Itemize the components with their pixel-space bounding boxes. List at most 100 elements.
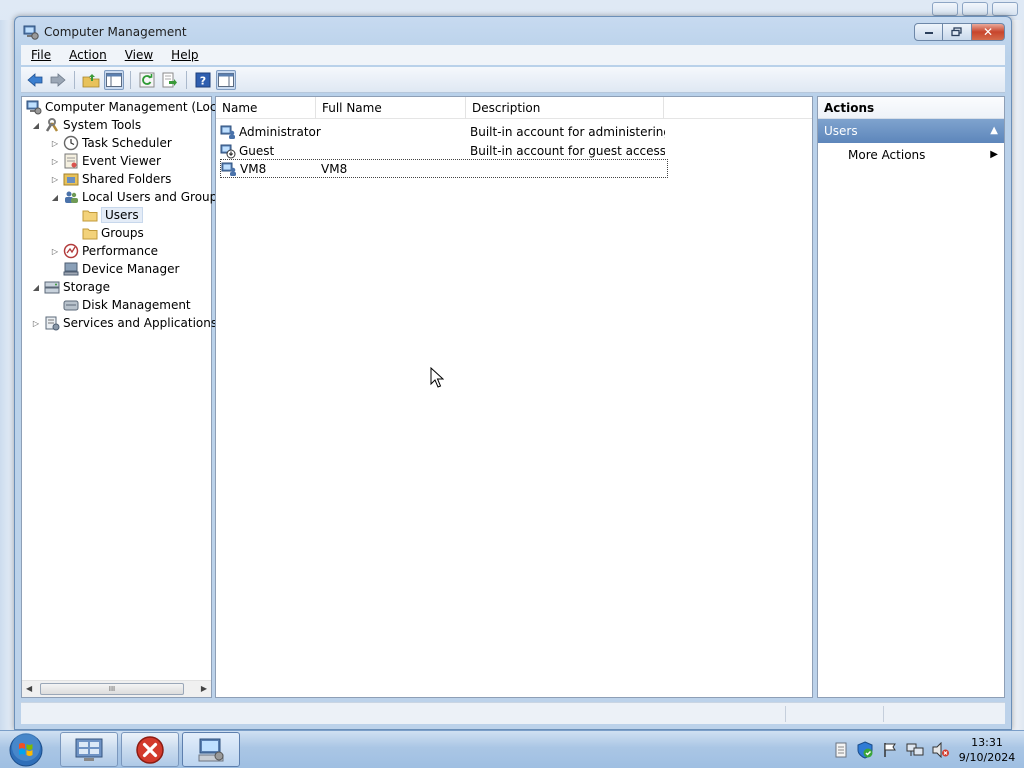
scroll-right-icon[interactable]: ▶	[201, 684, 207, 693]
storage-icon	[44, 279, 60, 295]
expand-arrow-icon[interactable]: ▷	[49, 157, 61, 166]
actions-section-users[interactable]: Users ▲	[818, 119, 1004, 143]
tree-item-shared-folders[interactable]: ▷ Shared Folders	[49, 170, 171, 188]
users-list-view[interactable]: Name Full Name Description Administrator…	[215, 96, 813, 698]
expand-arrow-icon[interactable]: ▷	[49, 139, 61, 148]
close-button[interactable]: ✕	[972, 23, 1005, 41]
maximize-icon	[951, 27, 962, 37]
menu-help[interactable]: Help	[161, 48, 206, 62]
forward-button[interactable]	[48, 70, 68, 90]
tree-label: Disk Management	[82, 298, 191, 312]
minimize-button[interactable]	[914, 23, 943, 41]
user-description: Built-in account for administering...	[470, 124, 665, 139]
background-window-controls	[932, 2, 1018, 16]
notification-document-icon[interactable]	[834, 742, 848, 758]
performance-icon	[63, 243, 79, 259]
tree-label: Users	[101, 207, 143, 223]
users-groups-icon	[63, 189, 79, 205]
tree-label: Local Users and Groups	[82, 190, 224, 204]
toolbar-separator	[74, 70, 75, 89]
column-header-filler	[664, 97, 812, 119]
collapse-up-icon[interactable]: ▲	[990, 119, 998, 143]
menu-file[interactable]: File	[21, 48, 59, 62]
clock-time: 13:31	[971, 736, 1003, 749]
tree-item-system-tools[interactable]: ◢ System Tools	[30, 116, 141, 134]
expand-arrow-icon[interactable]: ▷	[30, 319, 42, 328]
status-bar-separator	[883, 706, 884, 722]
tree-label: Event Viewer	[82, 154, 161, 168]
tree-item-storage[interactable]: ◢ Storage	[30, 278, 110, 296]
collapse-arrow-icon[interactable]: ◢	[30, 283, 42, 292]
clock-date: 9/10/2024	[958, 751, 1016, 764]
collapse-arrow-icon[interactable]: ◢	[30, 121, 42, 130]
menu-action-label: Action	[69, 48, 107, 62]
expand-arrow-icon[interactable]: ▷	[49, 247, 61, 256]
show-hide-console-tree-button[interactable]	[104, 69, 124, 90]
taskbar-computer-management[interactable]	[182, 732, 240, 767]
column-header-description[interactable]: Description	[466, 97, 664, 119]
action-center-flag-icon[interactable]	[882, 742, 898, 758]
bg-maximize-button[interactable]	[962, 2, 988, 16]
shared-folders-icon	[63, 171, 79, 187]
tree-item-local-users-and-groups[interactable]: ◢ Local Users and Groups	[49, 188, 224, 206]
tree-item-disk-management[interactable]: Disk Management	[61, 296, 191, 314]
scrollbar-thumb[interactable]: III	[40, 683, 184, 695]
window-controls: ✕	[914, 23, 1005, 41]
system-clock[interactable]: 13:31 9/10/2024	[958, 735, 1016, 765]
export-list-button[interactable]	[160, 70, 180, 90]
console-tree[interactable]: Computer Management (Local ◢ System Tool…	[21, 96, 227, 698]
event-viewer-icon	[63, 153, 79, 169]
list-item[interactable]: Administrator Built-in account for admin…	[220, 122, 665, 141]
help-button[interactable]: ?	[193, 70, 213, 90]
tree-item-users[interactable]: Users	[80, 206, 143, 224]
tree-item-performance[interactable]: ▷ Performance	[49, 242, 158, 260]
taskbar-error-app[interactable]	[121, 732, 179, 767]
collapse-arrow-icon[interactable]: ◢	[49, 193, 61, 202]
volume-muted-icon[interactable]	[932, 742, 950, 758]
maximize-button[interactable]	[943, 23, 972, 41]
start-button[interactable]	[3, 732, 49, 768]
network-icon[interactable]	[906, 742, 924, 758]
tree-item-device-manager[interactable]: Device Manager	[61, 260, 179, 278]
window-title: Computer Management	[44, 25, 187, 39]
system-tray: 13:31 9/10/2024	[834, 735, 1016, 765]
bg-close-button[interactable]	[992, 2, 1018, 16]
more-actions-item[interactable]: More Actions ▶	[848, 145, 998, 165]
up-one-level-button[interactable]	[81, 70, 101, 90]
tree-item-event-viewer[interactable]: ▷ Event Viewer	[49, 152, 161, 170]
tree-item-task-scheduler[interactable]: ▷ Task Scheduler	[49, 134, 172, 152]
back-arrow-icon	[27, 72, 43, 87]
tree-label: Task Scheduler	[82, 136, 172, 150]
list-item[interactable]: VM8 VM8	[220, 159, 668, 178]
column-header-name[interactable]: Name	[216, 97, 316, 119]
computer-management-window: Computer Management ✕ File Action View H…	[14, 16, 1012, 730]
column-header-full-name[interactable]: Full Name	[316, 97, 466, 119]
menu-action[interactable]: Action	[59, 48, 115, 62]
tree-label: Performance	[82, 244, 159, 258]
show-hide-action-pane-button[interactable]	[216, 69, 236, 90]
tree-item-services-and-applications[interactable]: ▷ Services and Applications	[30, 314, 217, 332]
tree-item-computer-management[interactable]: Computer Management (Local	[24, 98, 227, 116]
tree-label: Computer Management (Local	[45, 100, 228, 114]
taskbar-server-manager[interactable]	[60, 732, 118, 767]
expand-arrow-icon[interactable]: ▷	[49, 175, 61, 184]
refresh-button[interactable]	[137, 70, 157, 90]
tree-item-groups[interactable]: Groups	[80, 224, 144, 242]
back-button[interactable]	[25, 70, 45, 90]
bg-minimize-button[interactable]	[932, 2, 958, 16]
user-full-name: VM8	[321, 161, 348, 176]
scroll-left-icon[interactable]: ◀	[26, 684, 32, 693]
background-window-edge-right	[1012, 20, 1024, 730]
title-bar[interactable]: Computer Management ✕	[15, 17, 1011, 47]
security-shield-icon[interactable]	[856, 741, 874, 759]
menu-view[interactable]: View	[115, 48, 161, 62]
svg-text:?: ?	[200, 74, 206, 87]
tree-label: Services and Applications	[63, 316, 218, 330]
export-list-icon	[162, 72, 177, 87]
computer-management-icon	[198, 738, 224, 761]
user-icon	[221, 161, 237, 177]
list-item[interactable]: Guest Built-in account for guest access …	[220, 141, 665, 160]
horizontal-scrollbar[interactable]: ◀ III ▶	[22, 680, 211, 697]
toolbar: ?	[21, 67, 1005, 93]
services-applications-icon	[44, 315, 60, 331]
